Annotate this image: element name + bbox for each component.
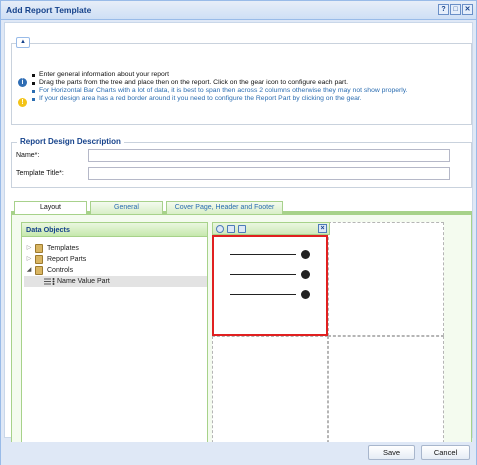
- tree-node-label: Report Parts: [47, 256, 87, 263]
- collapse-up-icon[interactable]: ▲: [16, 37, 30, 48]
- grid-cell[interactable]: [212, 336, 328, 453]
- close-icon[interactable]: ✕: [462, 4, 473, 15]
- name-line: [230, 274, 296, 275]
- data-objects-panel: Data Objects ▷ Templates ▷ Report Parts …: [21, 222, 208, 459]
- grid-cell[interactable]: [328, 336, 444, 453]
- data-objects-header: Data Objects: [22, 223, 207, 237]
- name-field[interactable]: [88, 149, 450, 162]
- gear-icon[interactable]: [216, 225, 224, 233]
- info-line: Drag the parts from the tree and place t…: [31, 79, 408, 87]
- collapse-arrow-icon[interactable]: ◢: [26, 265, 32, 276]
- info-line: If your design area has a red border aro…: [31, 95, 408, 103]
- info-line: Enter general information about your rep…: [31, 71, 408, 79]
- value-dot: [301, 270, 310, 279]
- tree-node-templates[interactable]: ▷ Templates: [24, 243, 207, 254]
- grid-cell[interactable]: [328, 222, 444, 336]
- add-report-template-dialog: Add Report Template ? □ ✕ ▲ i ! Enter ge…: [0, 0, 477, 465]
- maximize-icon[interactable]: □: [450, 4, 461, 15]
- tree-node-controls[interactable]: ◢ Controls: [24, 265, 207, 276]
- info-line: For Horizontal Bar Charts with a lot of …: [31, 87, 408, 95]
- tab-general[interactable]: General: [90, 201, 163, 214]
- data-objects-tree: ▷ Templates ▷ Report Parts ◢ Controls Na…: [24, 243, 207, 287]
- dialog-footer: Save Cancel: [1, 442, 476, 465]
- name-value-part-icon: [44, 278, 55, 285]
- value-dot: [301, 250, 310, 259]
- cancel-button[interactable]: Cancel: [421, 445, 470, 460]
- tree-node-label: Name Value Part: [57, 278, 110, 285]
- dialog-title: Add Report Template: [6, 5, 92, 15]
- value-dot: [301, 290, 310, 299]
- name-value-report-part[interactable]: [212, 235, 328, 336]
- report-part-toolbar: ×: [212, 222, 330, 235]
- remove-part-icon[interactable]: ×: [318, 224, 327, 233]
- table-icon[interactable]: [227, 225, 235, 233]
- tab-layout[interactable]: Layout: [14, 201, 87, 215]
- help-icon[interactable]: ?: [438, 4, 449, 15]
- tree-node-name-value-part[interactable]: Name Value Part: [24, 276, 207, 287]
- expand-arrow-icon[interactable]: ▷: [26, 243, 32, 254]
- dialog-body: ▲ i ! Enter general information about yo…: [4, 22, 473, 459]
- report-design-description-fieldset: Report Design Description Name*: Templat…: [11, 137, 472, 188]
- name-line: [230, 294, 296, 295]
- book-icon: [35, 244, 43, 253]
- book-icon: [35, 255, 43, 264]
- expand-arrow-icon[interactable]: ▷: [26, 254, 32, 265]
- layout-tab-panel: Data Objects ▷ Templates ▷ Report Parts …: [11, 214, 472, 459]
- name-label: Name*:: [16, 152, 40, 159]
- info-list: Enter general information about your rep…: [31, 71, 408, 103]
- info-fieldset: ▲ i ! Enter general information about yo…: [11, 37, 472, 125]
- tree-node-report-parts[interactable]: ▷ Report Parts: [24, 254, 207, 265]
- template-title-label: Template Title*:: [16, 170, 64, 177]
- window-tools: ? □ ✕: [438, 4, 473, 15]
- fieldset-legend: Report Design Description: [17, 137, 124, 146]
- properties-icon[interactable]: [238, 225, 246, 233]
- save-button[interactable]: Save: [368, 445, 415, 460]
- tab-cover-page[interactable]: Cover Page, Header and Footer: [166, 201, 283, 214]
- tree-node-label: Templates: [47, 245, 79, 252]
- tree-node-label: Controls: [47, 267, 74, 274]
- name-line: [230, 254, 296, 255]
- info-circle-icon: i: [18, 78, 27, 87]
- dialog-titlebar[interactable]: Add Report Template ? □ ✕: [1, 1, 476, 20]
- warning-circle-icon: !: [18, 98, 27, 107]
- book-icon: [35, 266, 43, 275]
- tab-strip: Layout General Cover Page, Header and Fo…: [11, 199, 472, 215]
- template-title-field[interactable]: [88, 167, 450, 180]
- design-grid: [212, 222, 471, 453]
